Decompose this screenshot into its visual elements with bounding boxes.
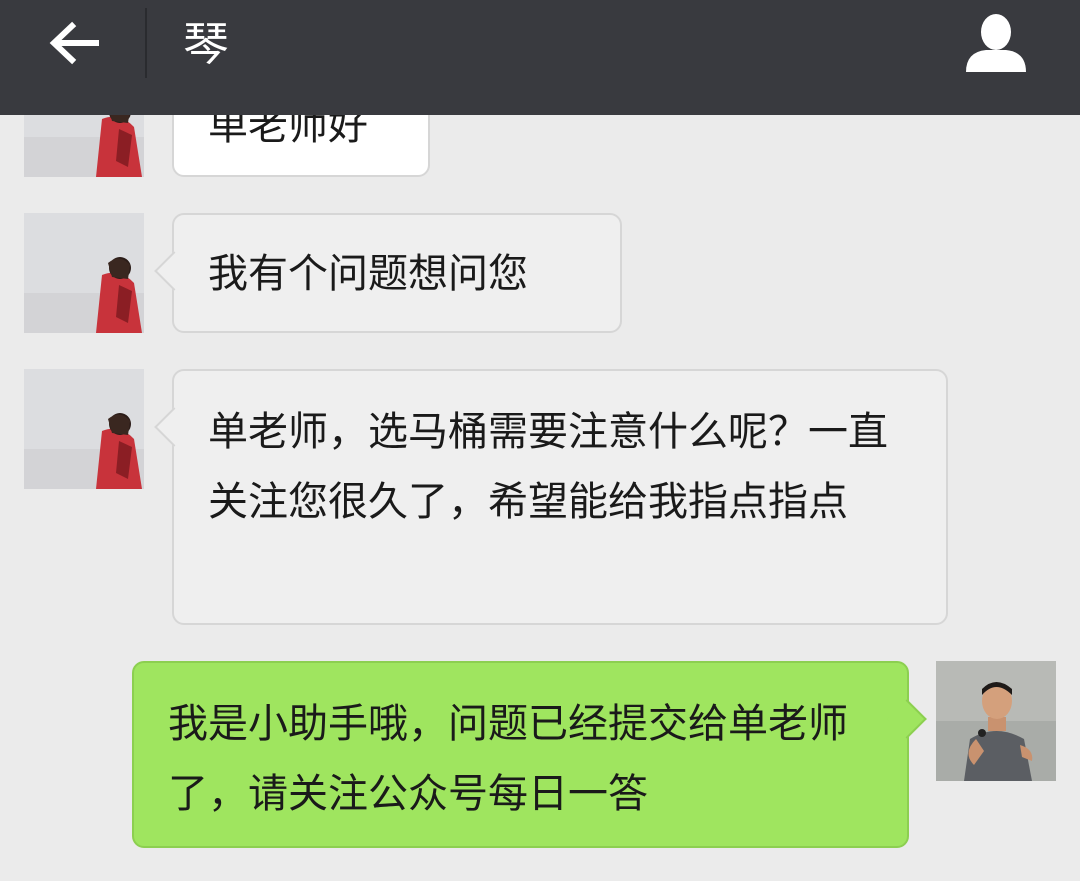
chat-title: 琴 <box>183 17 229 71</box>
message-bubble-outgoing[interactable]: 我是小助手哦，问题已经提交给单老师了，请关注公众号每日一答 <box>132 661 927 848</box>
back-button[interactable] <box>40 12 110 82</box>
contact-avatar[interactable] <box>24 369 144 489</box>
bubble-tail <box>154 407 194 447</box>
contact-avatar[interactable] <box>24 213 144 333</box>
bubble-tail <box>887 699 927 739</box>
message-text: 单老师，选马桶需要注意什么呢？一直关注您很久了，希望能给我指点指点 <box>208 409 888 525</box>
message-bubble[interactable]: 单老师，选马桶需要注意什么呢？一直关注您很久了，希望能给我指点指点 <box>154 369 948 625</box>
toolbar-divider <box>145 8 147 78</box>
message-text: 我是小助手哦，问题已经提交给单老师了，请关注公众号每日一答 <box>168 701 848 817</box>
message-text: 我有个问题想问您 <box>208 251 528 297</box>
chat-area: 单老师好 我有个问题想问您 单老师，选马桶需要注意什么呢？一直关注您很久了，希望… <box>0 0 1080 881</box>
arrow-left-icon <box>49 21 99 65</box>
bubble-tail <box>154 251 194 291</box>
chat-info-button[interactable] <box>960 10 1032 78</box>
message-bubble[interactable]: 我有个问题想问您 <box>154 213 622 333</box>
person-icon <box>966 14 1026 72</box>
self-avatar[interactable] <box>936 661 1056 781</box>
top-bar: 琴 <box>0 0 1080 115</box>
